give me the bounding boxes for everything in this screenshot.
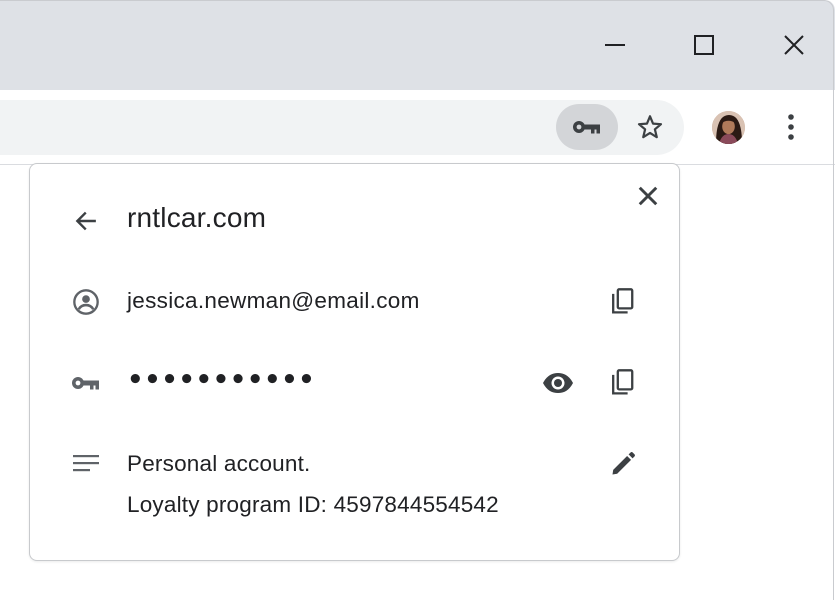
copy-icon xyxy=(612,288,634,314)
star-outline-icon xyxy=(637,115,663,139)
bookmark-button[interactable] xyxy=(626,104,674,150)
bubble-close-button[interactable] xyxy=(626,174,670,218)
maximize-button[interactable] xyxy=(681,20,727,70)
password-masked: ••••••••••• xyxy=(127,365,316,395)
pencil-icon xyxy=(612,452,635,475)
minimize-button[interactable] xyxy=(592,20,638,70)
copy-username-button[interactable] xyxy=(601,280,645,324)
notes-icon xyxy=(73,455,99,472)
account-circle-icon xyxy=(73,289,99,315)
minimize-icon xyxy=(605,44,625,46)
window-close-button[interactable] xyxy=(771,20,817,70)
avatar[interactable] xyxy=(712,111,745,144)
note-line-1: Personal account. xyxy=(127,451,311,476)
password-icon-wrap xyxy=(64,361,108,405)
eye-icon xyxy=(543,373,573,393)
browser-window: rntlcar.com jessica.newman@email.com •••… xyxy=(0,0,835,600)
close-icon xyxy=(638,186,658,206)
note-icon-wrap xyxy=(64,442,108,486)
key-icon xyxy=(72,377,99,390)
copy-password-button[interactable] xyxy=(601,361,645,405)
arrow-back-icon xyxy=(75,211,96,231)
key-icon xyxy=(573,121,600,134)
profile-photo xyxy=(712,111,745,144)
maximize-icon xyxy=(694,35,714,55)
reveal-password-button[interactable] xyxy=(536,361,580,405)
toolbar xyxy=(0,90,835,165)
title-bar xyxy=(0,0,835,90)
username-text: jessica.newman@email.com xyxy=(127,288,420,313)
password-details-bubble: rntlcar.com jessica.newman@email.com •••… xyxy=(29,163,680,561)
copy-icon xyxy=(612,369,634,395)
edit-note-button[interactable] xyxy=(601,442,645,486)
site-title: rntlcar.com xyxy=(127,202,267,233)
user-icon-wrap xyxy=(64,280,108,324)
close-icon xyxy=(784,35,804,55)
note-line-2: Loyalty program ID: 4597844554542 xyxy=(127,492,499,517)
browser-menu-button[interactable] xyxy=(772,106,810,148)
password-key-button[interactable] xyxy=(556,104,618,150)
back-button[interactable] xyxy=(64,199,108,243)
more-vert-icon xyxy=(788,114,794,140)
